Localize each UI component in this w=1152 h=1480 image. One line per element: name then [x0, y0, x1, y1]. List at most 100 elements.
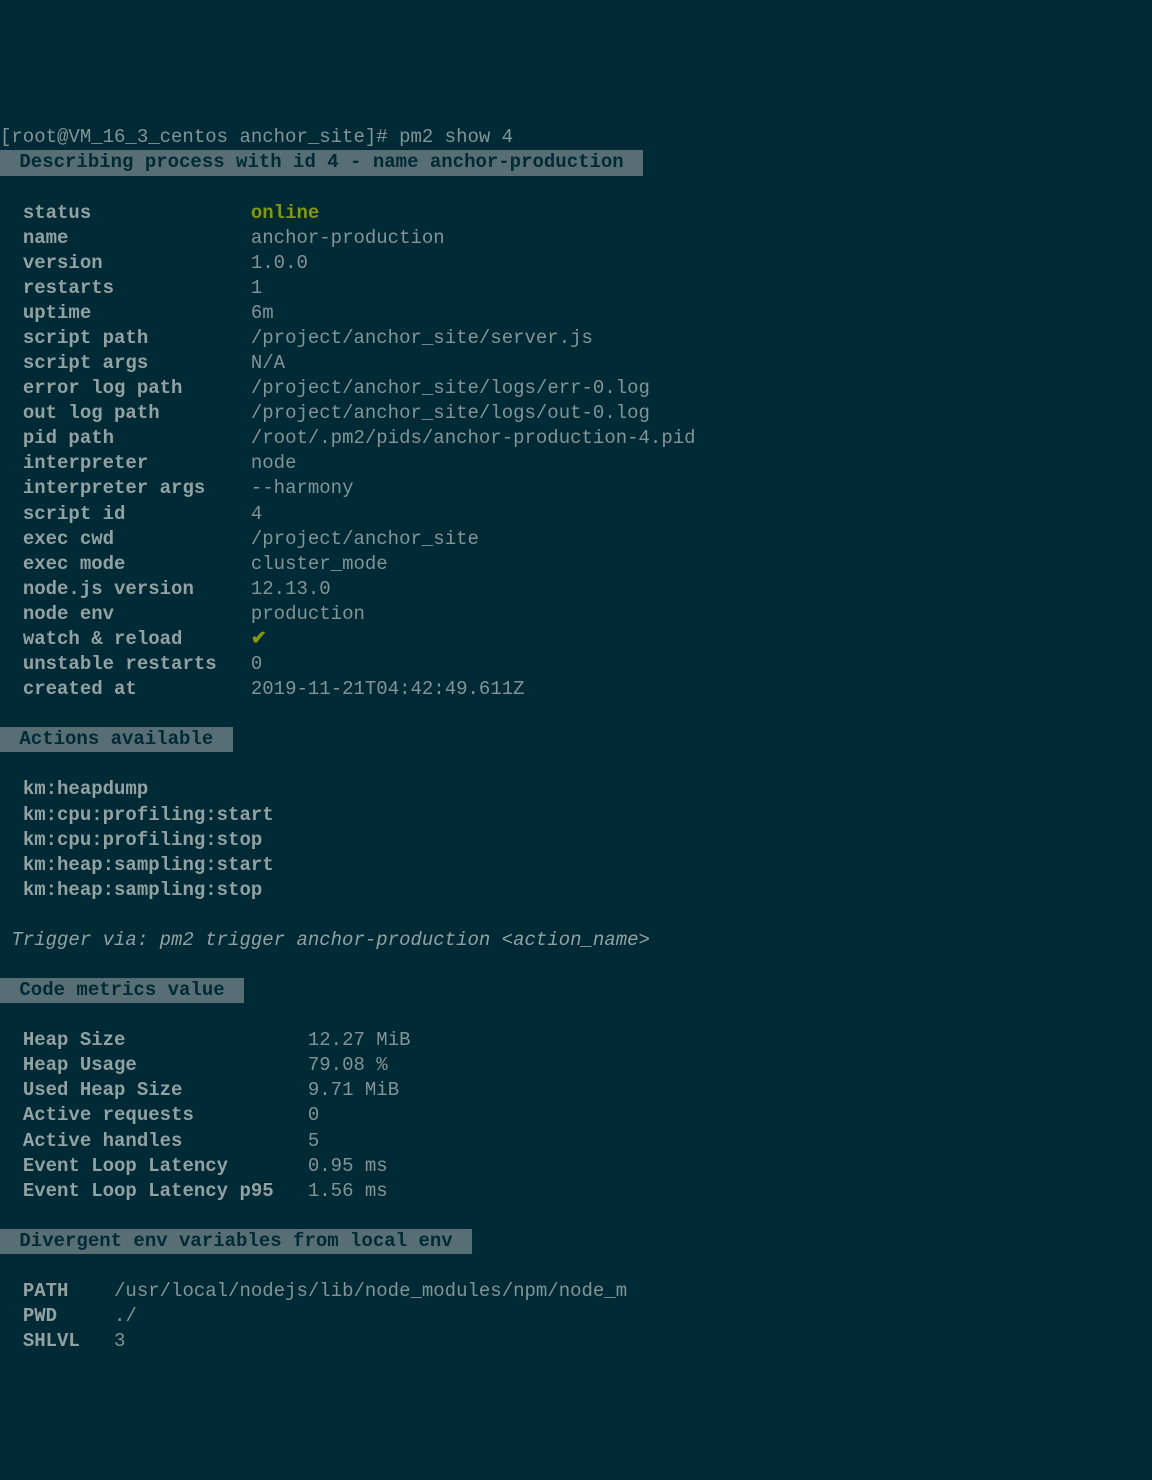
- kv-spacer: [148, 327, 251, 349]
- kv-val: /root/.pm2/pids/anchor-production-4.pid: [251, 427, 696, 449]
- kv-val: 12.27 MiB: [308, 1029, 411, 1051]
- kv-spacer: [68, 227, 250, 249]
- kv-key: unstable restarts: [23, 653, 217, 675]
- action-item: km:cpu:profiling:start: [23, 804, 274, 826]
- kv-key: script args: [23, 352, 148, 374]
- kv-val: /project/anchor_site: [251, 528, 479, 550]
- kv-spacer: [148, 352, 251, 374]
- kv-val: --harmony: [251, 477, 354, 499]
- kv-key: name: [23, 227, 69, 249]
- kv-key: interpreter args: [23, 477, 205, 499]
- kv-key: Used Heap Size: [23, 1079, 183, 1101]
- kv-val: 5: [308, 1130, 319, 1152]
- kv-key: script id: [23, 503, 126, 525]
- kv-val: 0.95 ms: [308, 1155, 388, 1177]
- kv-val: node: [251, 452, 297, 474]
- kv-val: cluster_mode: [251, 553, 388, 575]
- kv-val: N/A: [251, 352, 285, 374]
- kv-val: 79.08 %: [308, 1054, 388, 1076]
- section-actions-header: Actions available: [0, 727, 233, 752]
- kv-spacer: [103, 252, 251, 274]
- kv-key: exec mode: [23, 553, 126, 575]
- action-item: km:heap:sampling:start: [23, 854, 274, 876]
- kv-val: /usr/local/nodejs/lib/node_modules/npm/n…: [114, 1280, 627, 1302]
- kv-key: Heap Usage: [23, 1054, 137, 1076]
- kv-spacer: [114, 427, 251, 449]
- kv-key: uptime: [23, 302, 91, 324]
- kv-spacer: [194, 578, 251, 600]
- kv-val: 9.71 MiB: [308, 1079, 399, 1101]
- kv-spacer: [114, 528, 251, 550]
- kv-spacer: [125, 553, 250, 575]
- kv-key: Heap Size: [23, 1029, 126, 1051]
- kv-spacer: [137, 678, 251, 700]
- kv-spacer: [91, 302, 251, 324]
- kv-val: 1: [251, 277, 262, 299]
- kv-key: node env: [23, 603, 114, 625]
- kv-val: online: [251, 202, 319, 224]
- kv-val: production: [251, 603, 365, 625]
- kv-spacer: [114, 603, 251, 625]
- kv-key: Event Loop Latency: [23, 1155, 228, 1177]
- kv-spacer: [137, 1054, 308, 1076]
- kv-spacer: [205, 477, 251, 499]
- section-metrics-header: Code metrics value: [0, 978, 244, 1003]
- kv-key: created at: [23, 678, 137, 700]
- kv-spacer: [125, 1029, 307, 1051]
- kv-spacer: [182, 377, 250, 399]
- action-item: km:cpu:profiling:stop: [23, 829, 262, 851]
- kv-val: 1.0.0: [251, 252, 308, 274]
- kv-key: watch & reload: [23, 628, 183, 650]
- kv-spacer: [91, 202, 251, 224]
- kv-val: 0: [251, 653, 262, 675]
- kv-spacer: [160, 402, 251, 424]
- kv-val-check-icon: ✔: [251, 628, 267, 650]
- kv-val: ./: [114, 1305, 137, 1327]
- kv-spacer: [68, 1280, 114, 1302]
- trigger-hint: Trigger via: pm2 trigger anchor-producti…: [0, 929, 650, 951]
- kv-val: 12.13.0: [251, 578, 331, 600]
- kv-key: status: [23, 202, 91, 224]
- kv-val: /project/anchor_site/logs/err-0.log: [251, 377, 650, 399]
- kv-spacer: [274, 1180, 308, 1202]
- kv-val: 3: [114, 1330, 125, 1352]
- kv-spacer: [80, 1330, 114, 1352]
- kv-key: Active handles: [23, 1130, 183, 1152]
- kv-key: pid path: [23, 427, 114, 449]
- kv-key: version: [23, 252, 103, 274]
- kv-val: 0: [308, 1104, 319, 1126]
- kv-val: /project/anchor_site/logs/out-0.log: [251, 402, 650, 424]
- kv-key: script path: [23, 327, 148, 349]
- prompt-line: [root@VM_16_3_centos anchor_site]# pm2 s…: [0, 126, 513, 148]
- kv-spacer: [217, 653, 251, 675]
- kv-spacer: [194, 1104, 308, 1126]
- action-item: km:heap:sampling:stop: [23, 879, 262, 901]
- kv-val: 6m: [251, 302, 274, 324]
- kv-spacer: [228, 1155, 308, 1177]
- kv-key: Event Loop Latency p95: [23, 1180, 274, 1202]
- kv-key: exec cwd: [23, 528, 114, 550]
- action-item: km:heapdump: [23, 778, 148, 800]
- kv-key: Active requests: [23, 1104, 194, 1126]
- kv-key: error log path: [23, 377, 183, 399]
- kv-spacer: [182, 628, 250, 650]
- kv-spacer: [182, 1130, 307, 1152]
- kv-val: anchor-production: [251, 227, 445, 249]
- kv-val: /project/anchor_site/server.js: [251, 327, 593, 349]
- kv-spacer: [57, 1305, 114, 1327]
- section-describing-header: Describing process with id 4 - name anch…: [0, 150, 643, 175]
- kv-key: node.js version: [23, 578, 194, 600]
- kv-spacer: [182, 1079, 307, 1101]
- kv-key: SHLVL: [23, 1330, 80, 1352]
- kv-key: PWD: [23, 1305, 57, 1327]
- kv-spacer: [125, 503, 250, 525]
- kv-key: PATH: [23, 1280, 69, 1302]
- kv-key: interpreter: [23, 452, 148, 474]
- kv-spacer: [148, 452, 251, 474]
- kv-val: 2019-11-21T04:42:49.611Z: [251, 678, 525, 700]
- kv-val: 4: [251, 503, 262, 525]
- terminal-output: [root@VM_16_3_centos anchor_site]# pm2 s…: [0, 100, 1152, 1354]
- kv-spacer: [114, 277, 251, 299]
- kv-key: out log path: [23, 402, 160, 424]
- section-divergent-header: Divergent env variables from local env: [0, 1229, 472, 1254]
